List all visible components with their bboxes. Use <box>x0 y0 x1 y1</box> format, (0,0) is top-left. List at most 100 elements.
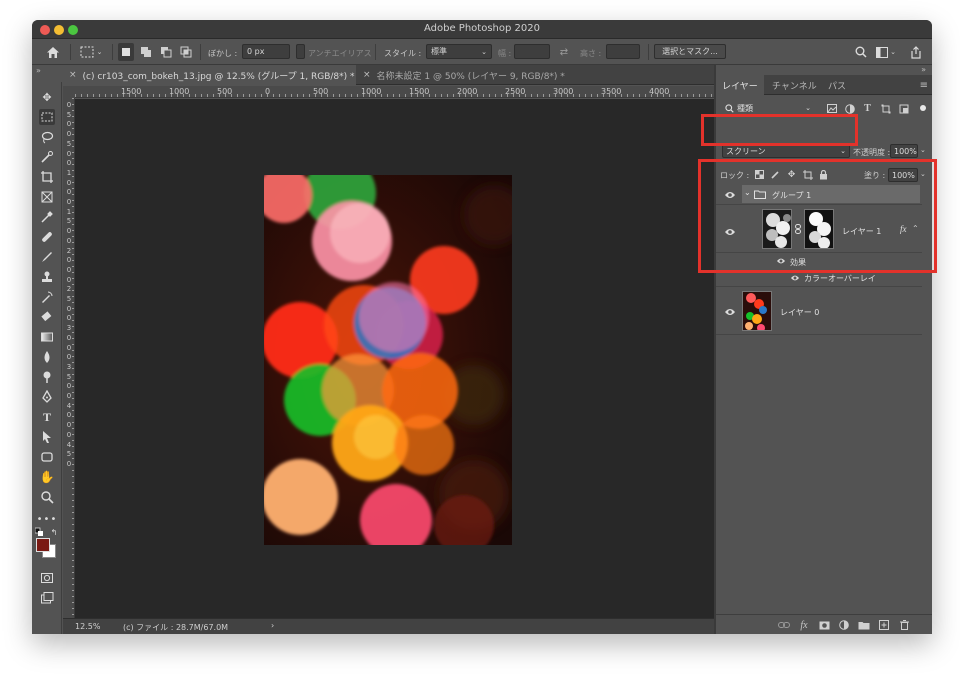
feather-input[interactable]: 0 px <box>242 44 290 59</box>
close-tab-icon[interactable]: × <box>69 70 77 80</box>
opacity-input[interactable]: 100% <box>890 144 918 158</box>
blur-tool-icon[interactable] <box>39 349 55 365</box>
add-style-icon[interactable]: fx <box>798 619 810 631</box>
new-selection-button[interactable] <box>118 43 134 61</box>
ruler-label: 0 <box>66 353 72 362</box>
filter-smart-object-icon[interactable] <box>898 103 909 114</box>
lasso-tool-icon[interactable] <box>39 129 55 145</box>
collapse-effects-icon[interactable]: ⌃ <box>912 224 919 233</box>
panel-menu-icon[interactable]: ≡ <box>920 80 928 91</box>
style-select[interactable]: 標準 ⌄ <box>426 44 492 59</box>
chain-link-icon[interactable] <box>795 224 801 234</box>
filter-pixel-icon[interactable] <box>826 103 837 114</box>
lock-pixels-icon[interactable] <box>770 169 781 180</box>
history-brush-tool-icon[interactable] <box>39 289 55 305</box>
lock-all-icon[interactable] <box>818 169 829 180</box>
close-tab-icon[interactable]: × <box>363 70 371 80</box>
collapse-panel-icon[interactable]: » <box>921 65 926 74</box>
path-selection-tool-icon[interactable] <box>39 429 55 445</box>
workspace-button[interactable]: ⌄ <box>874 43 898 61</box>
effect-color-overlay-row[interactable]: カラーオーバーレイ <box>716 269 922 287</box>
share-button[interactable] <box>908 43 924 61</box>
zoom-tool-icon[interactable] <box>39 489 55 505</box>
layer-mask-thumbnail[interactable] <box>804 209 834 249</box>
quick-mask-icon[interactable] <box>39 570 55 586</box>
pen-tool-icon[interactable] <box>39 389 55 405</box>
gradient-tool-icon[interactable] <box>39 329 55 345</box>
vertical-ruler[interactable]: 05005001000150020002500300035004000450 <box>63 98 75 618</box>
filter-toggle-icon[interactable] <box>920 105 926 111</box>
visibility-eye-icon[interactable] <box>724 227 736 237</box>
expand-chevron-icon[interactable]: ⌄ <box>744 188 751 197</box>
layer-row-layer1[interactable]: レイヤー 1 fx ⌃ <box>716 205 922 253</box>
chevron-down-icon[interactable]: ⌄ <box>920 146 926 154</box>
visibility-eye-icon[interactable] <box>724 190 736 200</box>
move-tool-icon[interactable]: ✥ <box>39 89 55 105</box>
visibility-eye-icon[interactable] <box>724 307 736 317</box>
height-input[interactable] <box>606 44 640 59</box>
filter-type-icon[interactable]: T <box>862 103 873 114</box>
horizontal-ruler[interactable]: 1500 1000 500 0 500 1000 1500 2000 2500 3000 3500 4… <box>75 86 714 98</box>
fx-icon[interactable]: fx <box>900 224 907 234</box>
type-tool-icon[interactable]: T <box>39 409 55 425</box>
foreground-color-swatch[interactable] <box>36 538 50 552</box>
delete-layer-icon[interactable] <box>898 619 910 631</box>
new-adjustment-layer-icon[interactable] <box>838 619 850 631</box>
marquee-preset-picker[interactable]: ⌄ <box>76 43 106 61</box>
search-button[interactable] <box>854 43 868 61</box>
eyedropper-tool-icon[interactable] <box>39 209 55 225</box>
add-mask-icon[interactable] <box>818 619 830 631</box>
select-and-mask-button[interactable]: 選択とマスク... <box>654 44 726 59</box>
blend-mode-select[interactable]: スクリーン ⌄ <box>722 144 850 158</box>
frame-tool-icon[interactable] <box>39 189 55 205</box>
tab-paths[interactable]: パス <box>822 75 852 95</box>
quick-selection-tool-icon[interactable] <box>39 149 55 165</box>
home-button[interactable] <box>42 43 64 61</box>
tab-channels[interactable]: チャンネル <box>766 75 823 95</box>
width-input[interactable] <box>514 44 550 59</box>
new-layer-icon[interactable] <box>878 619 890 631</box>
new-group-icon[interactable] <box>858 619 870 631</box>
effects-row[interactable]: 効果 <box>716 253 922 269</box>
tab-bokeh-document[interactable]: × (c) cr103_com_bokeh_13.jpg @ 12.5% (グル… <box>63 65 356 85</box>
swap-dimensions-icon[interactable]: ⇄ <box>556 43 572 61</box>
hand-tool-icon[interactable]: ✋ <box>39 469 55 485</box>
intersect-selection-button[interactable] <box>178 43 194 61</box>
filter-shape-icon[interactable] <box>880 103 891 114</box>
lock-artboard-icon[interactable] <box>802 169 813 180</box>
ruler-corner[interactable] <box>63 86 75 98</box>
swap-colors-icon[interactable]: ↰ <box>49 527 59 537</box>
collapse-toolbar-icon[interactable]: » <box>36 66 41 75</box>
layer-row-layer0[interactable]: レイヤー 0 <box>716 287 922 335</box>
dodge-tool-icon[interactable] <box>39 369 55 385</box>
fill-input[interactable]: 100% <box>888 168 918 182</box>
filter-adjustment-icon[interactable] <box>844 103 855 114</box>
healing-brush-tool-icon[interactable] <box>39 229 55 245</box>
rectangle-tool-icon[interactable] <box>39 449 55 465</box>
document-canvas[interactable] <box>75 99 714 618</box>
screen-mode-icon[interactable] <box>39 590 55 606</box>
visibility-eye-icon[interactable] <box>790 274 800 282</box>
status-menu-arrow[interactable]: › <box>271 621 274 630</box>
chevron-down-icon[interactable]: ⌄ <box>920 170 926 178</box>
lock-transparent-icon[interactable] <box>754 169 765 180</box>
layer-thumbnail[interactable] <box>762 209 792 249</box>
default-colors-icon[interactable] <box>35 527 43 536</box>
rect-marquee-tool-icon[interactable] <box>39 109 55 125</box>
layer-thumbnail[interactable] <box>742 291 772 331</box>
subtract-selection-button[interactable] <box>158 43 174 61</box>
antialias-checkbox[interactable] <box>296 44 305 59</box>
lock-position-icon[interactable]: ✥ <box>786 169 797 180</box>
brush-tool-icon[interactable] <box>39 249 55 265</box>
tab-untitled-document[interactable]: × 名称未設定 1 @ 50% (レイヤー 9, RGB/8*) * <box>357 65 593 85</box>
layer-filter-select[interactable]: 種類 ⌄ <box>722 101 814 115</box>
add-selection-button[interactable] <box>138 43 154 61</box>
tab-layers[interactable]: レイヤー <box>716 75 764 95</box>
visibility-eye-icon[interactable] <box>776 257 786 265</box>
layer-row-group[interactable]: ⌄ グループ 1 <box>716 184 922 205</box>
zoom-level[interactable]: 12.5% <box>75 622 100 631</box>
link-layers-icon[interactable] <box>778 619 790 631</box>
eraser-tool-icon[interactable] <box>39 309 55 325</box>
crop-tool-icon[interactable] <box>39 169 55 185</box>
clone-stamp-tool-icon[interactable] <box>39 269 55 285</box>
